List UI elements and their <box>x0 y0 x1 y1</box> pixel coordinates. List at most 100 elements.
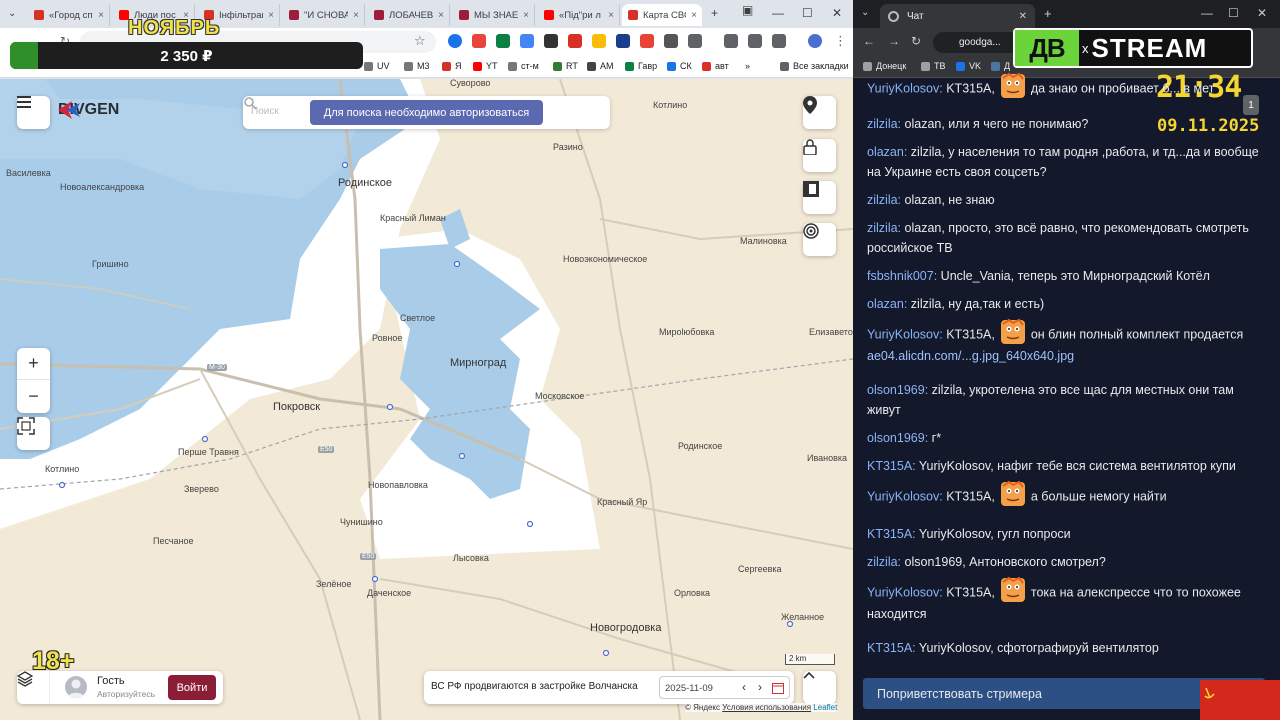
map-view[interactable]: Суворово Котлино Родинское Красный Лиман… <box>0 79 853 720</box>
bookmark-item[interactable]: YT <box>473 61 498 71</box>
back-icon[interactable]: ← <box>863 34 875 48</box>
leaflet-link[interactable]: Leaflet <box>813 703 837 712</box>
bookmark-star-icon[interactable]: ☆ <box>414 33 426 49</box>
close-window-button[interactable]: ✕ <box>1257 6 1267 20</box>
close-icon[interactable]: × <box>608 10 614 21</box>
tab-5[interactable]: ЛОБАЧЕВ × <box>368 4 450 26</box>
bookmark-item[interactable]: авт <box>702 61 729 71</box>
bookmark-item[interactable]: ТВ <box>921 61 946 71</box>
extension-icon[interactable] <box>664 34 678 48</box>
hamburger-menu-button[interactable] <box>17 96 50 129</box>
fullscreen-button[interactable] <box>17 417 50 450</box>
extension-icon[interactable] <box>640 34 654 48</box>
chat-username[interactable]: YuriyKolosov: <box>867 489 943 503</box>
bookmark-item[interactable]: Донецк <box>863 61 906 71</box>
minimize-button[interactable]: — <box>772 6 784 20</box>
chat-username[interactable]: YuriyKolosov: <box>867 585 943 599</box>
bookmark-item[interactable]: СК <box>667 61 692 71</box>
calendar-icon[interactable] <box>772 682 784 694</box>
divgen-logo[interactable]: DIVGEN <box>58 101 119 119</box>
extension-icon[interactable] <box>616 34 630 48</box>
menu-kebab-icon[interactable]: ⋮ <box>834 33 847 49</box>
close-icon[interactable]: × <box>268 10 274 21</box>
chat-username[interactable]: zilzila: <box>867 221 901 235</box>
new-tab-button[interactable]: + <box>711 6 718 20</box>
close-window-button[interactable]: ✕ <box>832 6 842 20</box>
extension-icon[interactable] <box>496 34 510 48</box>
close-icon[interactable]: ✕ <box>1019 11 1027 22</box>
close-icon[interactable]: × <box>98 10 104 21</box>
search-box[interactable]: Поиск Для поиска необходимо авторизовать… <box>243 96 610 129</box>
location-button[interactable] <box>803 96 836 129</box>
close-icon[interactable]: × <box>353 10 359 21</box>
extension-icon[interactable] <box>568 34 582 48</box>
bookmark-item[interactable]: Гавр <box>625 61 657 71</box>
tab-search-button[interactable]: ⌄ <box>861 7 869 18</box>
tab-manager-icon[interactable]: ▣ <box>742 3 753 17</box>
maximize-button[interactable]: ☐ <box>1228 6 1239 20</box>
tab-6[interactable]: МЫ ЗНАЕМ × <box>453 4 535 26</box>
ruler-button[interactable] <box>803 181 836 214</box>
chat-username[interactable]: olazan: <box>867 145 907 159</box>
search-icon[interactable] <box>243 96 257 110</box>
chevron-left-icon[interactable]: ‹ <box>742 680 746 694</box>
zoom-in-button[interactable]: + <box>17 348 50 380</box>
bookmark-item[interactable]: RT <box>553 61 578 71</box>
sidebar-icon[interactable] <box>772 34 786 48</box>
chevron-right-icon[interactable]: › <box>758 680 762 694</box>
extension-icon[interactable] <box>472 34 486 48</box>
chat-username[interactable]: olson1969: <box>867 431 928 445</box>
chat-username[interactable]: YuriyKolosov: <box>867 327 943 341</box>
lock-button[interactable] <box>803 139 836 172</box>
chat-username[interactable]: olson1969: <box>867 383 928 397</box>
collapse-panel-button[interactable] <box>803 671 836 704</box>
news-headline[interactable]: ВС РФ продвигаются в застройке Волчанска <box>431 681 638 692</box>
bookmark-item[interactable]: ст-м <box>508 61 539 71</box>
chat-username[interactable]: KT315A: <box>867 527 916 541</box>
extension-icon[interactable] <box>592 34 606 48</box>
minimize-button[interactable]: — <box>1201 6 1213 20</box>
new-tab-button[interactable]: + <box>1044 6 1052 21</box>
all-bookmarks[interactable]: Все закладки <box>780 61 849 71</box>
chat-username[interactable]: zilzila: <box>867 117 901 131</box>
close-icon[interactable]: × <box>691 10 697 21</box>
bookmarks-overflow[interactable]: » <box>745 61 750 71</box>
chat-username[interactable]: zilzila: <box>867 193 901 207</box>
extension-icon[interactable] <box>544 34 558 48</box>
close-icon[interactable]: × <box>438 10 444 21</box>
date-picker[interactable]: 2025-11-09 ‹ › <box>659 676 790 699</box>
tab-active-map[interactable]: Карта СВО × <box>622 4 702 26</box>
zoom-out-button[interactable]: − <box>17 380 50 412</box>
maximize-button[interactable]: ☐ <box>802 6 813 20</box>
profile-avatar[interactable] <box>808 34 822 48</box>
target-button[interactable] <box>803 223 836 256</box>
tab-chat[interactable]: Чат ✕ <box>880 4 1035 28</box>
extension-icon[interactable] <box>448 34 462 48</box>
close-icon[interactable]: × <box>523 10 529 21</box>
login-button[interactable]: Войти <box>168 675 216 700</box>
tab-1[interactable]: «Город сп × <box>28 4 110 26</box>
chat-link[interactable]: ae04.alicdn.com/...g.jpg_640x640.jpg <box>867 349 1074 363</box>
tab-search-button[interactable]: ⌄ <box>8 8 16 19</box>
terms-link[interactable]: Условия использования <box>722 703 811 712</box>
chat-username[interactable]: olazan: <box>867 297 907 311</box>
key-icon[interactable] <box>724 34 738 48</box>
bookmark-item[interactable]: AM <box>587 61 614 71</box>
chat-username[interactable]: fsbshnik007: <box>867 269 937 283</box>
bookmark-item[interactable]: Я <box>442 61 462 71</box>
chat-username[interactable]: YuriyKolosov: <box>867 81 943 95</box>
chat-username[interactable]: KT315A: <box>867 459 916 473</box>
tab-4[interactable]: "И СНОВА × <box>283 4 365 26</box>
bookmark-item[interactable]: Д <box>991 61 1010 71</box>
extension-icon[interactable] <box>520 34 534 48</box>
link-icon[interactable] <box>748 34 762 48</box>
chat-username[interactable]: zilzila: <box>867 555 901 569</box>
reload-icon[interactable]: ↻ <box>911 34 921 48</box>
tab-7[interactable]: «Під"ри л × <box>538 4 620 26</box>
bookmark-item[interactable]: M3 <box>404 61 430 71</box>
bookmark-item[interactable]: UV <box>364 61 390 71</box>
extensions-puzzle-icon[interactable] <box>688 34 702 48</box>
chat-username[interactable]: KT315A: <box>867 641 916 655</box>
bookmark-item[interactable]: VK <box>956 61 981 71</box>
forward-icon[interactable]: → <box>888 34 900 48</box>
